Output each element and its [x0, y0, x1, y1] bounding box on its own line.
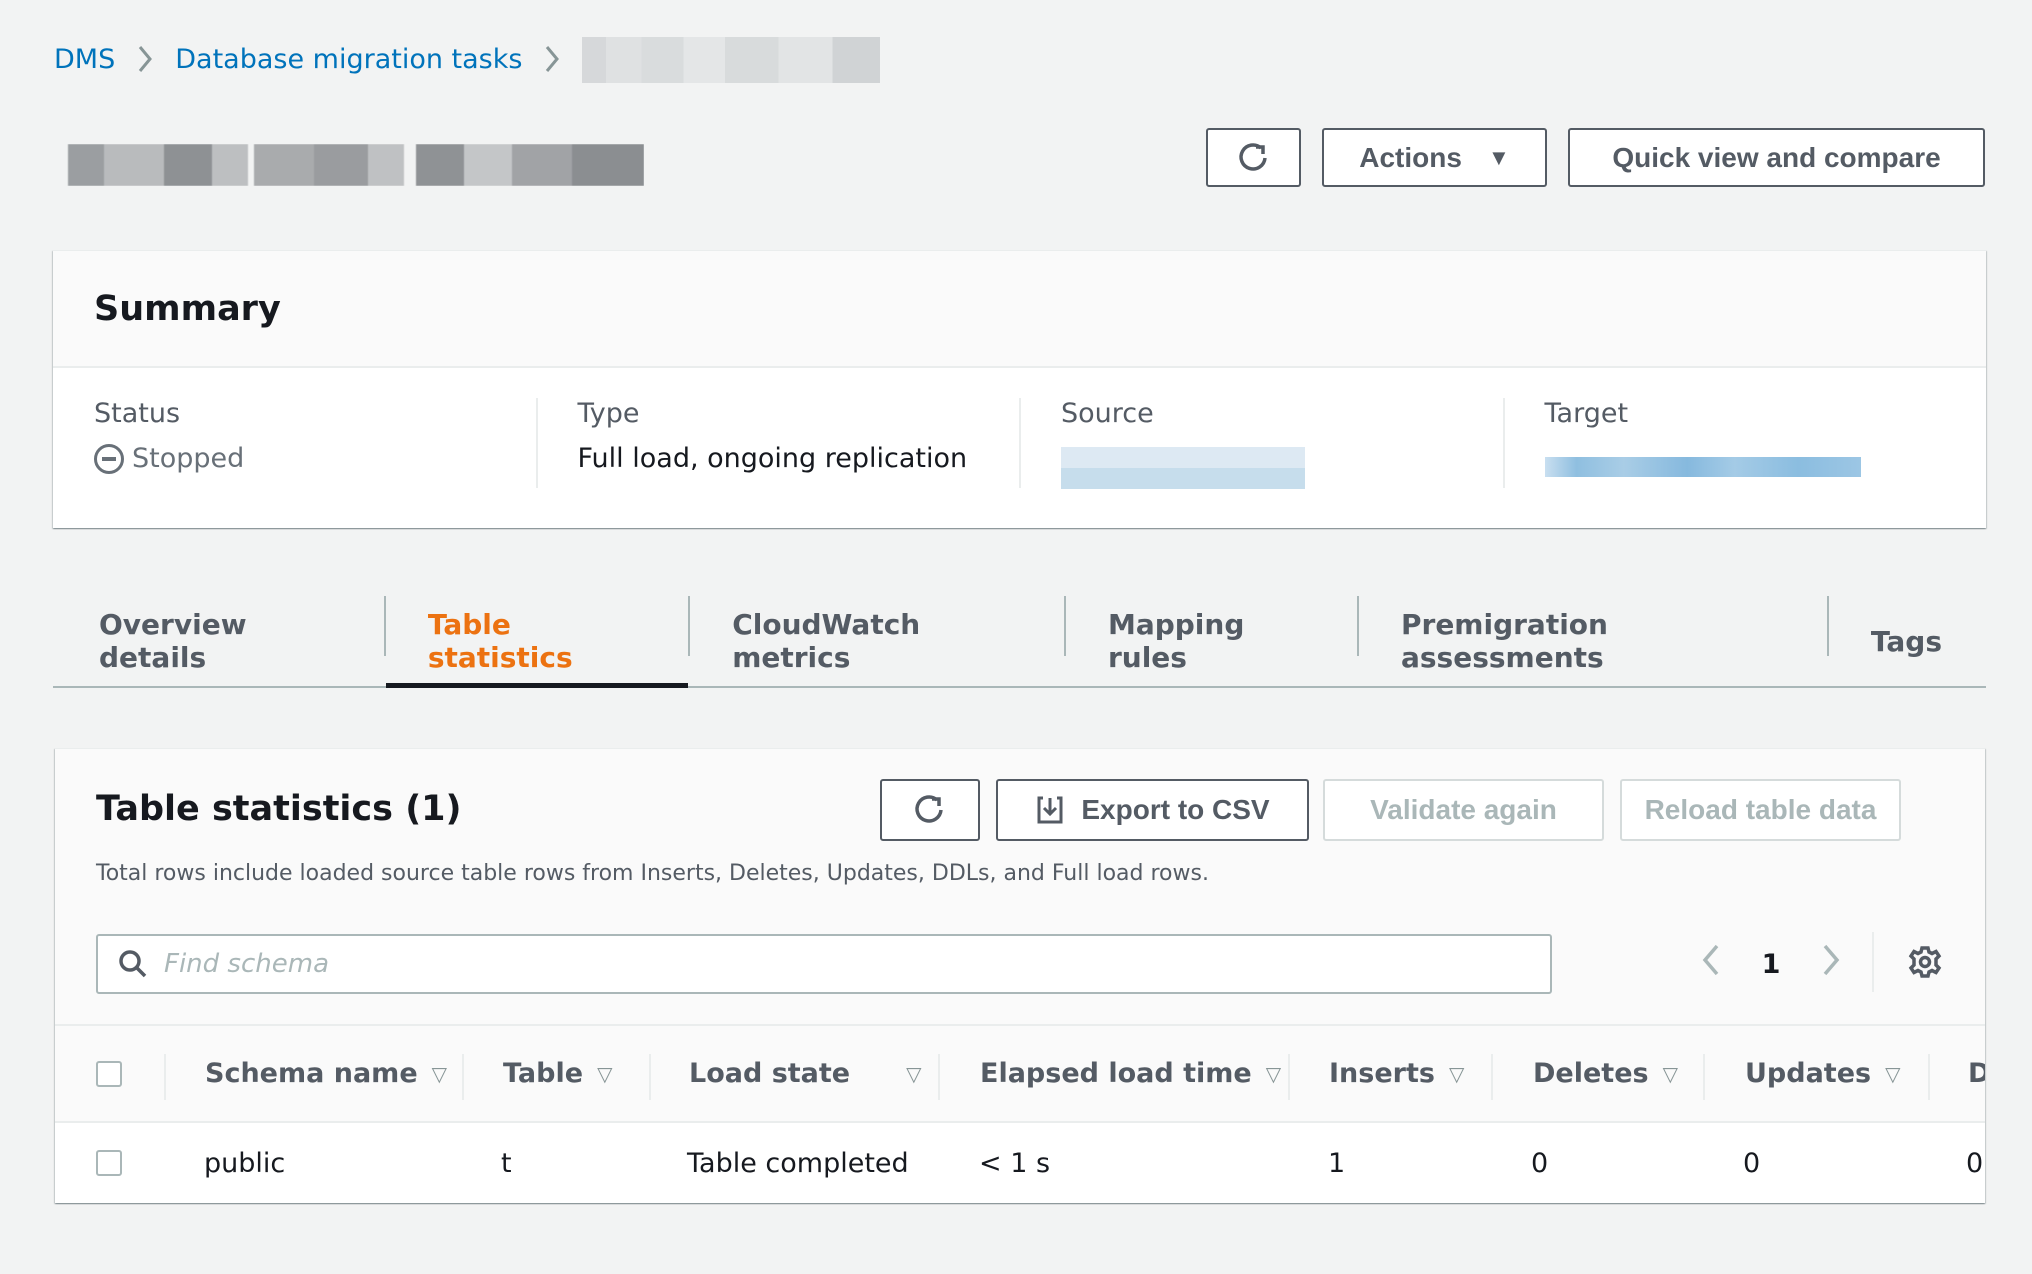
refresh-icon	[1238, 142, 1267, 171]
tab-overview-details[interactable]: Overview details	[53, 596, 384, 686]
next-page-icon[interactable]	[1811, 942, 1851, 987]
table-row: public t Table completed < 1 s 1 0 0 0	[55, 1123, 1985, 1203]
tab-table-statistics[interactable]: Table statistics	[383, 596, 689, 688]
quick-view-label: Quick view and compare	[1612, 141, 1941, 173]
chevron-right-icon	[137, 44, 153, 74]
export-to-csv-button[interactable]: Export to CSV	[996, 779, 1309, 841]
select-all-checkbox[interactable]	[96, 1060, 122, 1087]
cell-schema-name: public	[204, 1147, 286, 1179]
chevron-right-icon	[544, 44, 560, 74]
pager-divider	[1872, 932, 1874, 992]
export-label: Export to CSV	[1081, 794, 1270, 825]
sort-icon: ▽	[1448, 1061, 1465, 1086]
status-label: Status	[94, 398, 181, 429]
previous-page-icon[interactable]	[1691, 942, 1731, 987]
sort-icon: ▽	[1662, 1061, 1678, 1086]
validate-again-button[interactable]: Validate again	[1323, 779, 1604, 841]
tab-mapping-rules[interactable]: Mapping rules	[1063, 596, 1357, 686]
type-value: Full load, ongoing replication	[577, 443, 968, 474]
validate-label: Validate again	[1370, 794, 1557, 825]
refresh-icon	[915, 795, 943, 823]
reload-table-data-button[interactable]: Reload table data	[1620, 779, 1901, 841]
type-label: Type	[577, 398, 640, 429]
download-icon	[1037, 796, 1063, 824]
search-field	[96, 934, 1552, 994]
table-statistics-title: Table statistics (1)	[96, 789, 462, 829]
summary-title: Summary	[94, 288, 281, 329]
breadcrumb: DMS Database migration tasks	[54, 37, 881, 83]
current-page[interactable]: 1	[1731, 949, 1811, 980]
column-header-deletes[interactable]: Deletes ▽	[1533, 1026, 1678, 1121]
status-value: Stopped	[132, 443, 245, 474]
refresh-button[interactable]	[1206, 128, 1301, 187]
summary-panel: Summary Status Stopped Type Full load, o…	[53, 250, 1986, 528]
table-header-row: Schema name ▽ Table ▽ Load state ▽ Elapsed …	[55, 1024, 1985, 1123]
target-link-redacted[interactable]	[1544, 457, 1861, 477]
gear-icon[interactable]	[1908, 945, 1942, 983]
source-link-redacted[interactable]	[1061, 447, 1305, 489]
summary-source: Source	[1019, 398, 1503, 489]
table-statistics-panel: Table statistics (1) Export to CSV Valid…	[55, 748, 1985, 1203]
column-header-ddls-truncated[interactable]: D	[1968, 1026, 1985, 1121]
search-icon	[119, 950, 147, 978]
tab-tags[interactable]: Tags	[1826, 596, 1986, 686]
quick-view-and-compare-button[interactable]: Quick view and compare	[1568, 128, 1985, 187]
actions-dropdown-button[interactable]: Actions ▼	[1322, 128, 1547, 187]
tab-bar: Overview details Table statistics CloudW…	[53, 596, 1986, 688]
sort-icon: ▽	[906, 1061, 922, 1086]
page-title-redacted	[44, 144, 644, 186]
cell-updates: 0	[1743, 1147, 1761, 1179]
sort-icon: ▽	[1885, 1061, 1901, 1086]
target-label: Target	[1544, 398, 1629, 429]
sort-icon: ▽	[597, 1061, 613, 1086]
cell-load-state: Table completed	[687, 1147, 909, 1179]
pagination: 1	[1691, 939, 1851, 989]
sort-icon: ▽	[1265, 1061, 1282, 1086]
column-header-load-state[interactable]: Load state ▽	[689, 1026, 922, 1121]
cell-inserts: 1	[1328, 1147, 1346, 1179]
tab-cloudwatch-metrics[interactable]: CloudWatch metrics	[688, 596, 1064, 686]
summary-status: Status Stopped	[53, 398, 536, 488]
cell-deletes: 0	[1531, 1147, 1549, 1179]
breadcrumb-dms[interactable]: DMS	[54, 44, 115, 75]
find-schema-input[interactable]	[164, 949, 1544, 979]
actions-label: Actions	[1359, 141, 1462, 173]
cell-table: t	[501, 1147, 512, 1179]
refresh-table-button[interactable]	[880, 779, 980, 841]
source-label: Source	[1061, 398, 1154, 429]
sort-icon: ▽	[431, 1061, 448, 1086]
column-header-table[interactable]: Table ▽	[503, 1026, 612, 1121]
table-statistics-description: Total rows include loaded source table r…	[96, 861, 1209, 886]
table-statistics-table: Schema name ▽ Table ▽ Load state ▽ Elapsed …	[55, 1024, 1985, 1203]
column-header-inserts[interactable]: Inserts ▽	[1329, 1026, 1464, 1121]
reload-label: Reload table data	[1644, 794, 1877, 825]
row-checkbox[interactable]	[96, 1150, 122, 1176]
tab-premigration-assessments[interactable]: Premigration assessments	[1356, 596, 1827, 686]
stopped-status-icon	[94, 443, 124, 474]
column-header-elapsed-load-time[interactable]: Elapsed load time ▽	[980, 1026, 1281, 1121]
column-header-updates[interactable]: Updates ▽	[1745, 1026, 1900, 1121]
cell-ddls: 0	[1966, 1147, 1984, 1179]
column-header-schema-name[interactable]: Schema name ▽	[205, 1026, 447, 1121]
summary-header: Summary	[53, 251, 1986, 368]
breadcrumb-database-migration-tasks[interactable]: Database migration tasks	[175, 44, 522, 75]
caret-down-icon: ▼	[1487, 144, 1510, 170]
breadcrumb-current-redacted	[582, 37, 881, 83]
summary-target: Target	[1502, 398, 1987, 488]
cell-elapsed-load-time: < 1 s	[979, 1147, 1051, 1179]
summary-type: Type Full load, ongoing replication	[535, 398, 1020, 488]
